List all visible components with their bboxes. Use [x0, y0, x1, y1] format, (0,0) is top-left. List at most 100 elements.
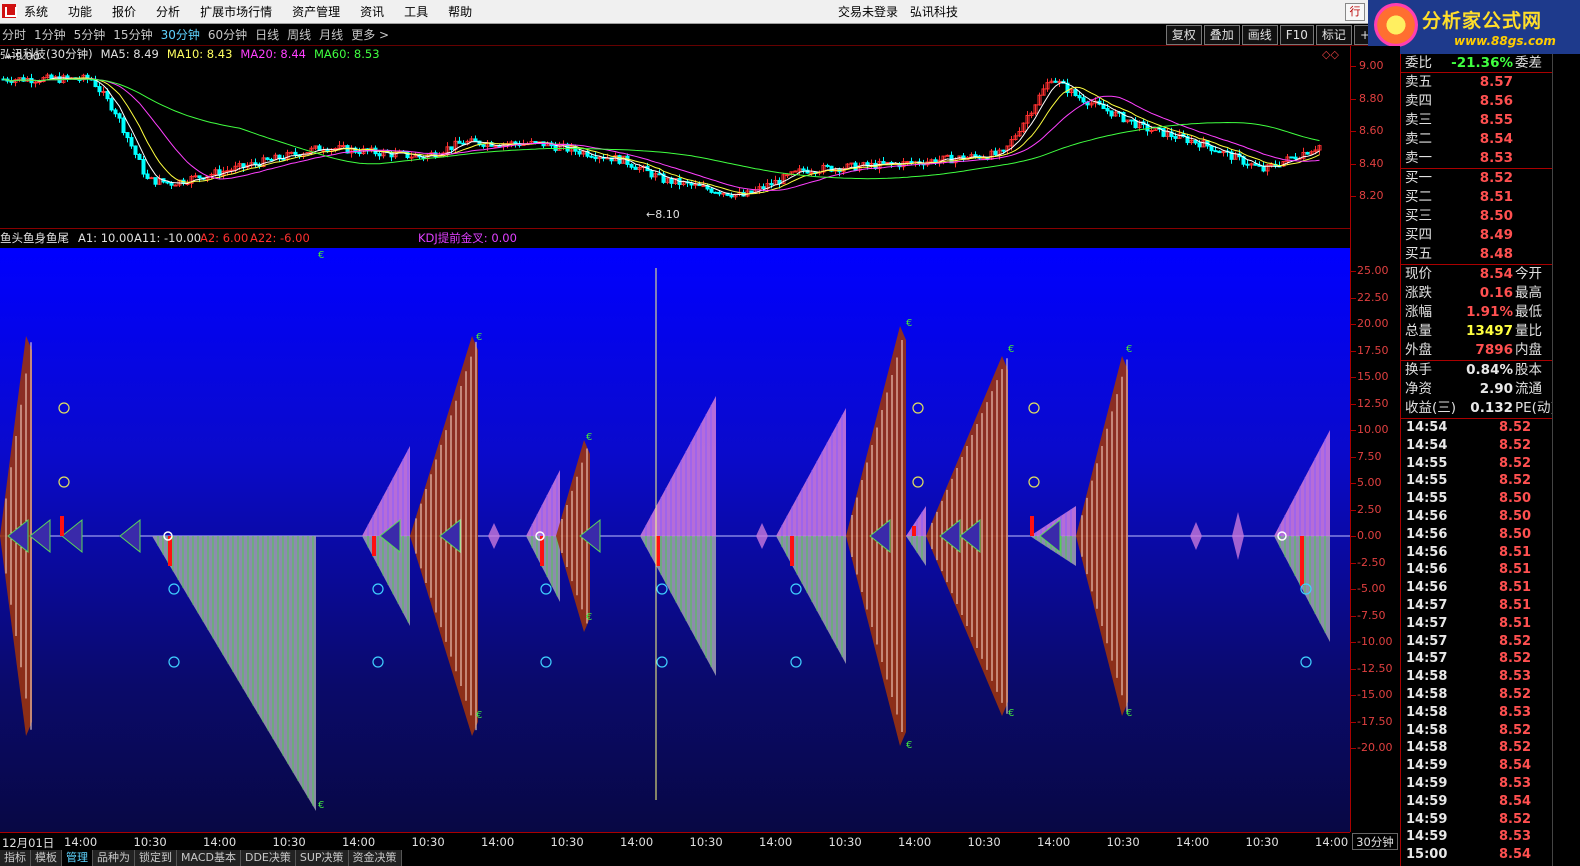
- tick-row[interactable]: 14:59 8.52: [1401, 811, 1553, 829]
- indicator-name[interactable]: 鱼头鱼身鱼尾: [0, 229, 69, 247]
- bottom-tab[interactable]: 管理: [62, 850, 93, 866]
- tick-row[interactable]: 14:59 8.54: [1401, 793, 1553, 811]
- fish-indicator-chart[interactable]: € € € € € € € € € € € €: [0, 248, 1350, 832]
- period-tab[interactable]: 月线: [319, 24, 343, 46]
- period-tab[interactable]: 日线: [255, 24, 279, 46]
- candle-body: [145, 173, 150, 179]
- quote-window-button[interactable]: 行: [1345, 3, 1365, 21]
- low-price-label: ←8.10: [646, 208, 680, 221]
- ask-row[interactable]: 卖一 8.53: [1401, 149, 1553, 168]
- bottom-tab[interactable]: MACD基本: [177, 850, 241, 866]
- period-tab[interactable]: 分时: [2, 24, 26, 46]
- period-tab[interactable]: 5分钟: [74, 24, 106, 46]
- quote-label: 买二: [1405, 189, 1432, 205]
- menu-item[interactable]: 系统: [24, 0, 48, 24]
- tick-row[interactable]: 15:00 8.54: [1401, 846, 1553, 864]
- menu-item[interactable]: 资产管理: [292, 0, 340, 24]
- legend-entry: MA20: 8.44: [240, 47, 306, 61]
- tick-row[interactable]: 14:56 8.50: [1401, 526, 1553, 544]
- fundamental-row[interactable]: 换手 0.84% 股本: [1401, 361, 1553, 380]
- tick-row[interactable]: 14:58 8.52: [1401, 686, 1553, 704]
- stat-row[interactable]: 总量 13497 量比: [1401, 322, 1553, 341]
- tick-time: 14:54: [1406, 420, 1448, 435]
- tick-row[interactable]: 14:57 8.52: [1401, 650, 1553, 668]
- ask-row[interactable]: 卖五 8.57: [1401, 73, 1553, 92]
- tick-row[interactable]: 14:55 8.52: [1401, 472, 1553, 490]
- tick-row[interactable]: 14:55 8.50: [1401, 490, 1553, 508]
- bottom-tab[interactable]: 品种为: [93, 850, 135, 866]
- candle-body: [461, 142, 466, 145]
- indicator-kdj: KDJ提前金叉: 0.00: [418, 231, 517, 245]
- tick-row[interactable]: 14:59 8.53: [1401, 828, 1553, 846]
- bottom-tab[interactable]: 指标: [0, 850, 31, 866]
- menu-item[interactable]: 工具: [404, 0, 428, 24]
- period-tab[interactable]: 60分钟: [208, 24, 247, 46]
- tick-row[interactable]: 14:54 8.52: [1401, 419, 1553, 437]
- candle-body: [533, 140, 538, 143]
- bottom-tab[interactable]: DDE决策: [240, 850, 296, 866]
- stat-row[interactable]: 外盘 7896 内盘: [1401, 341, 1553, 360]
- period-tab[interactable]: 更多 >: [351, 24, 389, 46]
- menu-item[interactable]: 扩展市场行情: [200, 0, 272, 24]
- tick-row[interactable]: 14:54 8.52: [1401, 437, 1553, 455]
- ask-row[interactable]: 卖二 8.54: [1401, 130, 1553, 149]
- price-tick-label: 8.60: [1359, 124, 1384, 137]
- tool-button[interactable]: 叠加: [1203, 25, 1240, 45]
- tick-price: 8.54: [1499, 758, 1532, 774]
- bottom-tab[interactable]: SUP决策: [295, 850, 349, 866]
- fundamental-row[interactable]: 收益(三) 0.132 PE(动): [1401, 399, 1556, 418]
- login-status[interactable]: 交易未登录: [838, 0, 898, 24]
- order-ratio-row[interactable]: 委比 -21.36% 委差: [1401, 54, 1553, 72]
- tick-row[interactable]: 14:59 8.53: [1401, 775, 1553, 793]
- tick-row[interactable]: 14:56 8.50: [1401, 508, 1553, 526]
- tick-row[interactable]: 14:56 8.51: [1401, 579, 1553, 597]
- period-tab[interactable]: 周线: [287, 24, 311, 46]
- tick-row[interactable]: 14:56 8.51: [1401, 544, 1553, 562]
- menu-item[interactable]: 帮助: [448, 0, 472, 24]
- bid-row[interactable]: 买三 8.50: [1401, 207, 1553, 226]
- period-indicator[interactable]: 30分钟: [1352, 833, 1398, 850]
- bottom-tab[interactable]: 资金决策: [348, 850, 402, 866]
- menu-item[interactable]: 功能: [68, 0, 92, 24]
- period-tab[interactable]: 30分钟: [161, 24, 200, 46]
- menu-bar: 系统 功能 报价 分析 扩展市场行情 资产管理 资讯 工具 帮助 交易未登录 弘讯科技 行: [0, 0, 1580, 24]
- tool-button[interactable]: F10: [1279, 25, 1314, 45]
- tick-row[interactable]: 14:59 8.54: [1401, 757, 1553, 775]
- tick-row[interactable]: 14:56 8.51: [1401, 561, 1553, 579]
- candle-body: [825, 164, 830, 167]
- bid-row[interactable]: 买五 8.48: [1401, 245, 1553, 264]
- ask-row[interactable]: 卖三 8.55: [1401, 111, 1553, 130]
- fundamental-row[interactable]: 净资 2.90 流通: [1401, 380, 1553, 399]
- stat-row[interactable]: 涨幅 1.91% 最低: [1401, 303, 1553, 322]
- bid-row[interactable]: 买二 8.51: [1401, 188, 1553, 207]
- menu-item[interactable]: 资讯: [360, 0, 384, 24]
- tick-price: 8.51: [1499, 615, 1532, 631]
- tick-row[interactable]: 14:58 8.52: [1401, 722, 1553, 740]
- period-tab[interactable]: 1分钟: [34, 24, 66, 46]
- tool-button[interactable]: 标记: [1315, 25, 1352, 45]
- ask-row[interactable]: 卖四 8.56: [1401, 92, 1553, 111]
- bid-row[interactable]: 买一 8.52: [1401, 169, 1553, 188]
- indicator-tick-label: 12.50: [1357, 396, 1389, 410]
- tick-row[interactable]: 14:58 8.53: [1401, 704, 1553, 722]
- menu-item[interactable]: 分析: [156, 0, 180, 24]
- bid-row[interactable]: 买四 8.49: [1401, 226, 1553, 245]
- tool-button[interactable]: 画线: [1241, 25, 1278, 45]
- tick-row[interactable]: 14:57 8.51: [1401, 597, 1553, 615]
- price-tick-label: 8.40: [1359, 156, 1384, 170]
- candle-body: [761, 186, 766, 190]
- tick-row[interactable]: 14:58 8.53: [1401, 668, 1553, 686]
- stat-row[interactable]: 涨跌 0.16 最高: [1401, 284, 1553, 303]
- candlestick-chart[interactable]: ←9.00←8.10◇◇: [0, 46, 1350, 228]
- tick-row[interactable]: 14:55 8.52: [1401, 455, 1553, 473]
- tick-row[interactable]: 14:57 8.52: [1401, 633, 1553, 651]
- tick-row[interactable]: 14:58 8.52: [1401, 739, 1553, 757]
- tick-row[interactable]: 14:57 8.51: [1401, 615, 1553, 633]
- bottom-tab[interactable]: 锁定到: [135, 850, 177, 866]
- bottom-tab[interactable]: 模板: [31, 850, 62, 866]
- period-tab[interactable]: 15分钟: [113, 24, 152, 46]
- tool-button[interactable]: 复权: [1165, 25, 1202, 45]
- stat-row[interactable]: 现价 8.54 今开: [1401, 265, 1553, 284]
- menu-stock-name: 弘讯科技: [910, 5, 959, 19]
- menu-item[interactable]: 报价: [112, 0, 136, 24]
